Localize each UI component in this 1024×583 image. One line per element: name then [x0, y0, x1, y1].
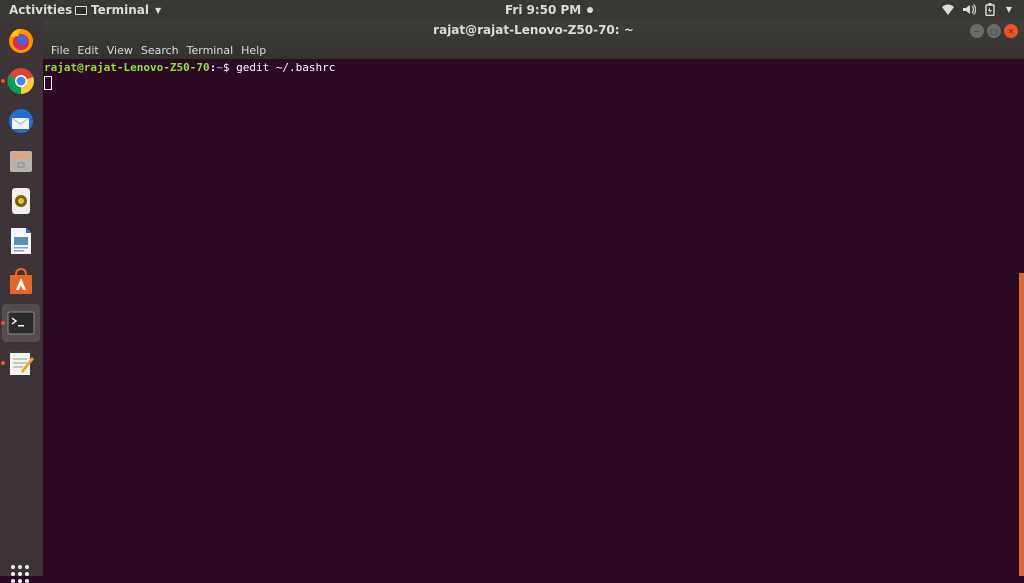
thunderbird-icon [9, 109, 33, 133]
dock-item-firefox[interactable] [2, 22, 40, 60]
firefox-icon [9, 29, 33, 53]
dock-item-libreoffice-writer[interactable] [2, 222, 40, 260]
prompt-path: ~ [216, 61, 223, 74]
prompt-symbol: $ [222, 61, 237, 74]
maximize-button[interactable]: □ [987, 24, 1001, 38]
running-indicator [1, 361, 5, 365]
text-editor-icon [10, 351, 34, 375]
system-menu-chevron-icon: ▼ [1005, 5, 1012, 14]
app-menu-label: Terminal [91, 3, 150, 17]
activities-button[interactable]: Activities [9, 3, 72, 17]
menu-bar: File Edit View Search Terminal Help [47, 44, 270, 57]
notification-dot-icon [587, 7, 594, 13]
chrome-icon [7, 68, 34, 95]
close-button[interactable]: ✕ [1004, 24, 1018, 38]
minimize-button[interactable]: ─ [970, 24, 984, 38]
menu-help[interactable]: Help [237, 44, 270, 57]
terminal-icon [75, 5, 87, 15]
terminal-window: rajat@rajat-Lenovo-Z50-70: ~ ─ □ ✕ File … [43, 20, 1024, 576]
dock-item-ubuntu-software[interactable] [2, 263, 40, 301]
writer-icon [11, 228, 31, 254]
terminal-command: gedit ~/.bashrc [236, 61, 336, 74]
wifi-icon [941, 4, 954, 15]
running-indicator [1, 321, 5, 325]
window-title: rajat@rajat-Lenovo-Z50-70: ~ [433, 23, 634, 37]
menu-search[interactable]: Search [137, 44, 183, 57]
app-menu[interactable]: Terminal ▼ [75, 3, 161, 17]
dock-item-terminal[interactable] [1, 304, 40, 342]
menu-edit[interactable]: Edit [73, 44, 102, 57]
clock-time: 9:50 PM [526, 3, 582, 17]
software-icon [10, 268, 32, 294]
dock [0, 20, 43, 583]
dock-item-text-editor[interactable] [1, 344, 40, 382]
clock[interactable]: Fri 9:50 PM [505, 3, 594, 17]
clock-day: Fri [505, 3, 523, 17]
dock-item-files[interactable] [2, 142, 40, 180]
terminal-line: rajat@rajat-Lenovo-Z50-70:~$ gedit ~/.ba… [44, 61, 1023, 74]
window-controls: ─ □ ✕ [970, 24, 1018, 38]
top-bar: Activities Terminal ▼ Fri 9:50 PM ▼ [0, 0, 1024, 20]
scrollbar[interactable] [1019, 273, 1024, 576]
terminal-cursor [44, 76, 52, 90]
show-applications-icon[interactable] [11, 565, 29, 583]
terminal-icon [7, 311, 35, 335]
chevron-down-icon: ▼ [155, 5, 162, 15]
volume-icon [962, 4, 976, 15]
menu-view[interactable]: View [103, 44, 137, 57]
system-tray[interactable]: ▼ [941, 3, 1012, 16]
dock-item-thunderbird[interactable] [2, 102, 40, 140]
files-icon [10, 151, 32, 172]
terminal-area[interactable]: rajat@rajat-Lenovo-Z50-70:~$ gedit ~/.ba… [43, 59, 1024, 576]
dock-item-rhythmbox[interactable] [2, 182, 40, 220]
prompt-user: rajat@rajat-Lenovo-Z50-70 [44, 61, 210, 74]
window-titlebar[interactable]: rajat@rajat-Lenovo-Z50-70: ~ ─ □ ✕ File … [43, 20, 1024, 59]
battery-icon [985, 3, 995, 16]
menu-file[interactable]: File [47, 44, 73, 57]
running-indicator [1, 79, 5, 83]
rhythmbox-icon [12, 188, 30, 214]
dock-item-chrome[interactable] [1, 62, 40, 100]
menu-terminal[interactable]: Terminal [183, 44, 238, 57]
